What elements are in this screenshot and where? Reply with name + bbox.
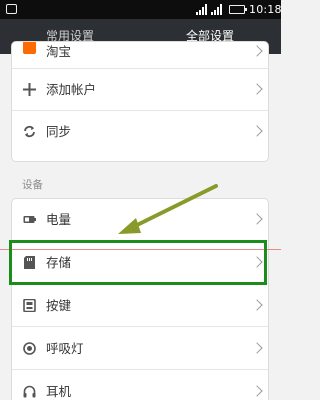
signal-icon-2 [211, 4, 222, 15]
list-item-sync[interactable]: 同步 [12, 111, 268, 153]
list-item-breathing-light[interactable]: 呼吸灯 [12, 328, 268, 370]
list-item-label: 同步 [46, 124, 72, 139]
chevron-right-icon [251, 83, 263, 95]
chevron-right-icon [251, 299, 263, 311]
sync-icon [24, 125, 35, 138]
chevron-right-icon [251, 125, 263, 137]
battery-status-icon [229, 5, 247, 14]
key-icon [23, 299, 36, 312]
taobao-icon [23, 42, 36, 54]
battery-icon [23, 216, 36, 223]
list-item-taobao[interactable]: 淘宝 [12, 42, 268, 69]
plus-icon [23, 83, 36, 96]
list-item-label: 呼吸灯 [46, 341, 84, 356]
list-item-add-account[interactable]: 添加帐户 [12, 69, 268, 111]
list-item-headphones[interactable]: 耳机 [12, 371, 268, 400]
status-bar: 10:18 [0, 0, 282, 19]
list-item-battery[interactable]: 电量 [12, 199, 268, 241]
devices-card: 电量 存储 按键 呼吸灯 耳机 [11, 198, 269, 400]
accounts-card: 淘宝 添加帐户 同步 [11, 41, 269, 162]
highlight-box [9, 240, 267, 285]
chevron-right-icon [251, 45, 263, 57]
signal-icon [196, 4, 207, 15]
chevron-right-icon [251, 213, 263, 225]
list-item-label: 电量 [46, 212, 72, 227]
chevron-right-icon [251, 342, 263, 354]
breathing-light-icon [23, 342, 36, 355]
headphones-icon [23, 385, 36, 398]
clock: 10:18 [249, 3, 282, 16]
section-header-devices: 设备 [22, 179, 43, 191]
list-item-label: 按键 [46, 298, 72, 313]
list-item-buttons[interactable]: 按键 [12, 285, 268, 327]
chevron-right-icon [251, 385, 263, 397]
list-item-label: 淘宝 [46, 44, 72, 59]
notification-icon [6, 4, 17, 14]
list-item-label: 添加帐户 [46, 82, 97, 97]
list-item-label: 耳机 [46, 384, 72, 399]
